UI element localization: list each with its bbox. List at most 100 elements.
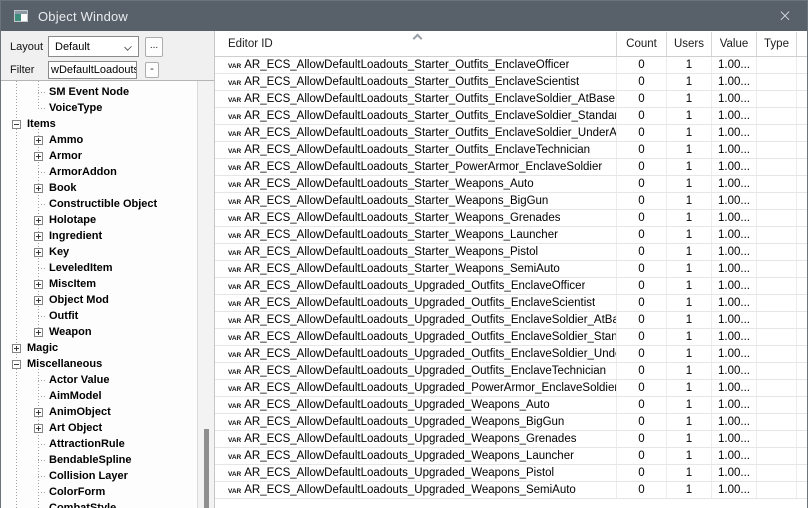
table-row[interactable]: VAR AR_ECS_AllowDefaultLoadouts_Upgraded… [215, 295, 807, 312]
cell-filler [797, 176, 807, 192]
tree-item[interactable]: Weapon [1, 324, 214, 340]
layout-browse-button[interactable]: ... [145, 37, 163, 57]
tree-item[interactable]: LeveledItem [1, 260, 214, 276]
tree-item[interactable]: Items [1, 116, 214, 132]
layout-dropdown[interactable]: Default [48, 36, 139, 57]
tree-item[interactable]: Holotape [1, 212, 214, 228]
tree-item[interactable]: Art Object [1, 420, 214, 436]
table-row[interactable]: VAR AR_ECS_AllowDefaultLoadouts_Starter_… [215, 57, 807, 74]
tree-item[interactable]: VoiceType [1, 100, 214, 116]
cell-users: 1 [667, 312, 712, 328]
var-icon: VAR [228, 148, 241, 155]
tree-item[interactable]: SM Event Node [1, 84, 214, 100]
tree-item[interactable]: Key [1, 244, 214, 260]
tree-item[interactable]: Object Mod [1, 292, 214, 308]
tree-item[interactable]: Miscellaneous [1, 356, 214, 372]
tree-item-label: Key [49, 246, 69, 258]
table-row[interactable]: VAR AR_ECS_AllowDefaultLoadouts_Starter_… [215, 176, 807, 193]
table-row[interactable]: VAR AR_ECS_AllowDefaultLoadouts_Upgraded… [215, 397, 807, 414]
var-icon: VAR [228, 437, 241, 444]
table-row[interactable]: VAR AR_ECS_AllowDefaultLoadouts_Upgraded… [215, 312, 807, 329]
tree-item[interactable]: BendableSpline [1, 452, 214, 468]
tree-item[interactable]: Book [1, 180, 214, 196]
table-row[interactable]: VAR AR_ECS_AllowDefaultLoadouts_Upgraded… [215, 380, 807, 397]
tree-item[interactable]: CombatStyle [1, 500, 214, 508]
tree-expander-icon[interactable] [12, 360, 21, 369]
close-icon[interactable]: × [763, 1, 807, 31]
cell-count: 0 [617, 74, 667, 90]
table-row[interactable]: VAR AR_ECS_AllowDefaultLoadouts_Upgraded… [215, 346, 807, 363]
table-row[interactable]: VAR AR_ECS_AllowDefaultLoadouts_Upgraded… [215, 363, 807, 380]
cell-users: 1 [667, 125, 712, 141]
cell-editor-id: AR_ECS_AllowDefaultLoadouts_Starter_Outf… [244, 144, 590, 156]
tree-item[interactable]: Ammo [1, 132, 214, 148]
cell-editor-id: AR_ECS_AllowDefaultLoadouts_Starter_Weap… [244, 246, 538, 258]
tree-item[interactable]: AttractionRule [1, 436, 214, 452]
tree-expander-icon[interactable] [34, 152, 43, 161]
table-row[interactable]: VAR AR_ECS_AllowDefaultLoadouts_Upgraded… [215, 482, 807, 499]
column-header-count[interactable]: Count [617, 32, 667, 56]
tree-item[interactable]: AnimObject [1, 404, 214, 420]
cell-type [757, 142, 797, 158]
tree-item[interactable]: ArmorAddon [1, 164, 214, 180]
table-row[interactable]: VAR AR_ECS_AllowDefaultLoadouts_Upgraded… [215, 278, 807, 295]
table-row[interactable]: VAR AR_ECS_AllowDefaultLoadouts_Upgraded… [215, 329, 807, 346]
tree-item[interactable]: Collision Layer [1, 468, 214, 484]
table-row[interactable]: VAR AR_ECS_AllowDefaultLoadouts_Starter_… [215, 210, 807, 227]
title-bar[interactable]: Object Window × [1, 1, 807, 31]
table-row[interactable]: VAR AR_ECS_AllowDefaultLoadouts_Starter_… [215, 142, 807, 159]
table-row[interactable]: VAR AR_ECS_AllowDefaultLoadouts_Starter_… [215, 227, 807, 244]
tree-item[interactable]: Armor [1, 148, 214, 164]
table-row[interactable]: VAR AR_ECS_AllowDefaultLoadouts_Upgraded… [215, 448, 807, 465]
filter-input[interactable]: wDefaultLoadouts [48, 61, 137, 79]
tree-expander-icon[interactable] [34, 424, 43, 433]
var-icon: VAR [228, 63, 241, 70]
cell-users: 1 [667, 261, 712, 277]
cell-value: 1.00... [712, 261, 757, 277]
tree-expander-icon[interactable] [34, 248, 43, 257]
cell-type [757, 380, 797, 396]
cell-count: 0 [617, 125, 667, 141]
var-icon: VAR [228, 250, 241, 257]
tree-item[interactable]: Ingredient [1, 228, 214, 244]
tree-item[interactable]: Magic [1, 340, 214, 356]
table-row[interactable]: VAR AR_ECS_AllowDefaultLoadouts_Starter_… [215, 125, 807, 142]
cell-editor-id: AR_ECS_AllowDefaultLoadouts_Starter_Outf… [244, 93, 615, 105]
table-row[interactable]: VAR AR_ECS_AllowDefaultLoadouts_Starter_… [215, 159, 807, 176]
tree-item[interactable]: MiscItem [1, 276, 214, 292]
tree-expander-icon[interactable] [34, 136, 43, 145]
table-row[interactable]: VAR AR_ECS_AllowDefaultLoadouts_Starter_… [215, 91, 807, 108]
layout-label: Layout [10, 41, 48, 53]
table-row[interactable]: VAR AR_ECS_AllowDefaultLoadouts_Starter_… [215, 108, 807, 125]
column-header-users[interactable]: Users [667, 32, 712, 56]
tree-expander-icon[interactable] [34, 296, 43, 305]
table-row[interactable]: VAR AR_ECS_AllowDefaultLoadouts_Starter_… [215, 244, 807, 261]
tree-expander-icon[interactable] [34, 184, 43, 193]
table-row[interactable]: VAR AR_ECS_AllowDefaultLoadouts_Starter_… [215, 261, 807, 278]
cell-value: 1.00... [712, 244, 757, 260]
column-header-type[interactable]: Type [757, 32, 797, 56]
tree-item[interactable]: Constructible Object [1, 196, 214, 212]
window-icon [14, 10, 28, 22]
tree-expander-icon[interactable] [12, 120, 21, 129]
tree-item[interactable]: Actor Value [1, 372, 214, 388]
tree-item[interactable]: ColorForm [1, 484, 214, 500]
column-header-value[interactable]: Value [712, 32, 757, 56]
tree-item[interactable]: Outfit [1, 308, 214, 324]
table-row[interactable]: VAR AR_ECS_AllowDefaultLoadouts_Starter_… [215, 193, 807, 210]
tree-expander-icon[interactable] [12, 344, 21, 353]
cell-count: 0 [617, 261, 667, 277]
filter-clear-button[interactable]: - [145, 62, 159, 78]
table-row[interactable]: VAR AR_ECS_AllowDefaultLoadouts_Upgraded… [215, 414, 807, 431]
table-row[interactable]: VAR AR_ECS_AllowDefaultLoadouts_Upgraded… [215, 465, 807, 482]
tree-expander-icon[interactable] [34, 232, 43, 241]
tree-expander-icon[interactable] [34, 280, 43, 289]
tree-expander-icon[interactable] [34, 216, 43, 225]
cell-value: 1.00... [712, 227, 757, 243]
table-row[interactable]: VAR AR_ECS_AllowDefaultLoadouts_Upgraded… [215, 431, 807, 448]
tree-item[interactable]: AimModel [1, 388, 214, 404]
tree-expander-icon[interactable] [34, 408, 43, 417]
table-row[interactable]: VAR AR_ECS_AllowDefaultLoadouts_Starter_… [215, 74, 807, 91]
cell-filler [797, 329, 807, 345]
tree-expander-icon[interactable] [34, 328, 43, 337]
